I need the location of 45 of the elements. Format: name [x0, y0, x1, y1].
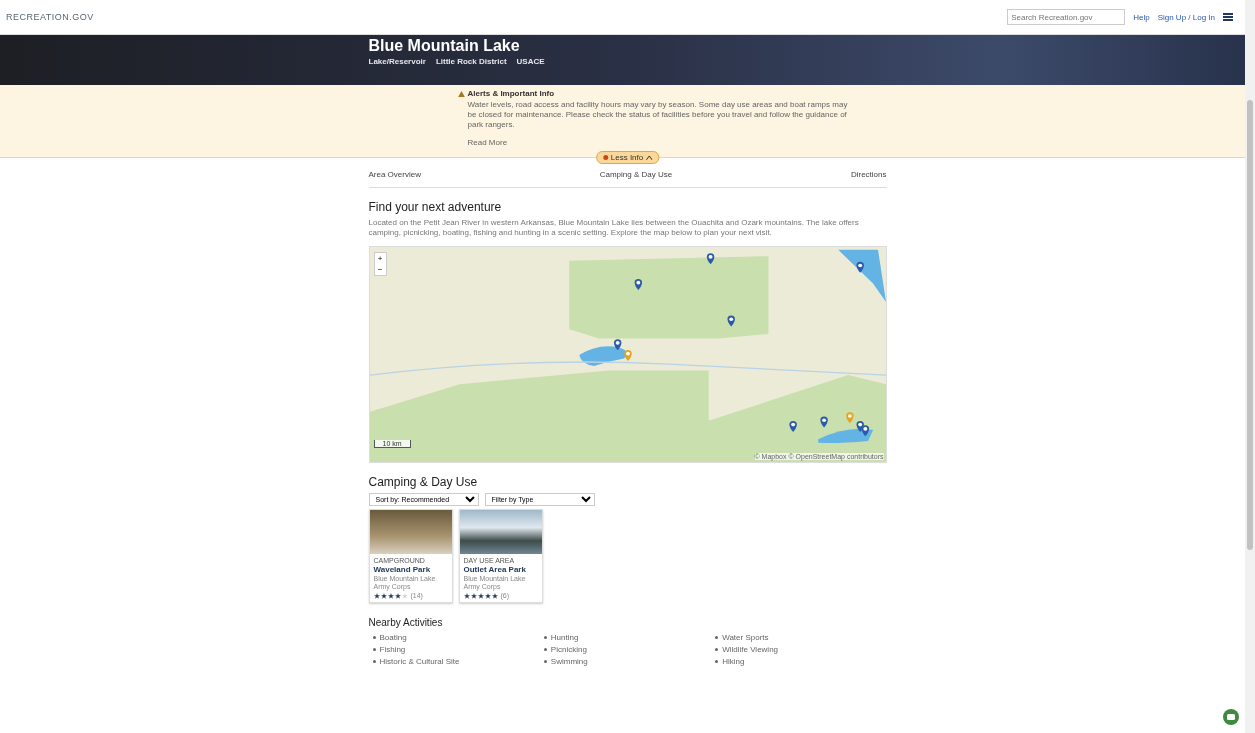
bullet-icon [372, 648, 376, 651]
caret-up-icon [646, 155, 653, 160]
less-info-button[interactable]: Less Info [595, 151, 660, 164]
bullet-icon [715, 660, 719, 663]
header-link[interactable]: Sign Up / Log In [1157, 12, 1215, 22]
breadcrumb-link[interactable]: Lake/Reservoir [368, 57, 426, 66]
warning-icon [457, 90, 465, 97]
section-heading: Camping & Day Use [368, 475, 479, 489]
bullet-icon [543, 648, 547, 651]
scrollbar[interactable] [1245, 0, 1255, 733]
bullet-icon [543, 660, 547, 663]
activity-item: Hunting [550, 632, 579, 643]
section-tab[interactable]: Area Overview [368, 170, 421, 179]
section-heading: Find your next adventure [368, 200, 503, 214]
section-tab[interactable]: Directions [850, 170, 887, 179]
search-field[interactable]: Search Recreation.gov [1007, 9, 1126, 25]
bullet-icon [543, 636, 547, 639]
activity-item: Boating [379, 632, 407, 643]
read-more-link[interactable]: Read More [467, 138, 508, 147]
bullet-icon [372, 636, 376, 639]
bullet-icon [372, 660, 376, 663]
breadcrumb-link[interactable]: Little Rock District [435, 57, 507, 66]
bullet-icon [715, 636, 719, 639]
header-link[interactable]: Help [1133, 12, 1150, 22]
breadcrumb-link[interactable]: USACE [516, 57, 545, 66]
activity-item: Wildlife Viewing [722, 644, 779, 655]
intro-paragraph: Located on the Petit Jean River in western Arkansas, Blue Mountain Lake lies between the Ouachita and Ozark mountains. The lake offers camping, picnicking, boating, fishing and hunting in a scenic setting. Explore the map below to plan your next visit. [368, 218, 860, 238]
activity-item: Fishing [379, 644, 406, 655]
card-title[interactable]: Outlet Area Park [463, 565, 538, 574]
card-title[interactable]: Waveland Park [373, 565, 448, 574]
activity-item: Water Sports [722, 632, 769, 643]
chat-icon [1227, 713, 1235, 721]
alert-text: Water levels, road access and facility hours may vary by season. Some day use areas and boat ramps may be closed for maintenance. Please check the status of facilities before you travel and follow the guidance of park rangers. [467, 100, 849, 130]
chat-button[interactable] [1223, 709, 1239, 725]
section-heading: Nearby Activities [368, 617, 444, 628]
activity-item: Historic & Cultural Site [379, 656, 460, 667]
alert-title: Alerts & Important Info [467, 89, 555, 98]
bullet-icon [715, 648, 719, 651]
activity-item: Picnicking [550, 644, 587, 655]
section-tab[interactable]: Camping & Day Use [599, 170, 673, 179]
site-logo[interactable]: RECREATION.GOV [6, 12, 94, 22]
activity-item: Swimming [550, 656, 588, 667]
page-title: Blue Mountain Lake [368, 36, 521, 56]
menu-icon[interactable] [1223, 13, 1233, 21]
activity-item: Hiking [722, 656, 745, 667]
